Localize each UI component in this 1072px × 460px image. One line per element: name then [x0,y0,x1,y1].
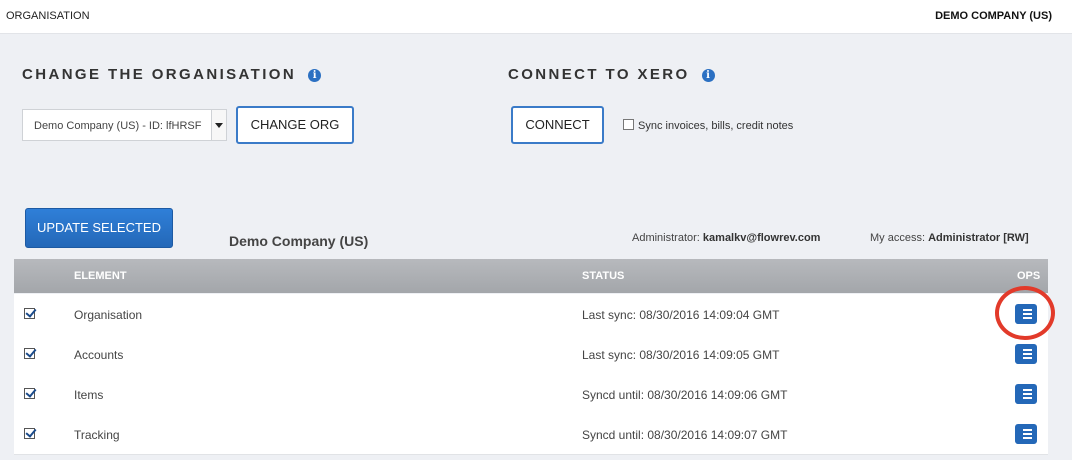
table-row: Items Syncd until: 08/30/2016 14:09:06 G… [14,374,1048,415]
row-element: Accounts [74,348,124,362]
connect-button[interactable]: CONNECT [511,106,604,144]
table-row: Tracking Syncd until: 08/30/2016 14:09:0… [14,414,1048,455]
row-checkbox[interactable] [24,428,35,439]
update-selected-button[interactable]: UPDATE SELECTED [25,208,173,248]
row-status: Syncd until: 08/30/2016 14:09:07 GMT [582,428,788,442]
column-header-status: STATUS [582,270,625,282]
row-checkbox[interactable] [24,308,35,319]
row-status: Syncd until: 08/30/2016 14:09:06 GMT [582,388,788,402]
change-org-heading: CHANGE THE ORGANISATION i [22,66,322,83]
access-level: Administrator [RW] [928,232,1029,244]
table-row: Accounts Last sync: 08/30/2016 14:09:05 … [14,334,1048,375]
list-icon[interactable] [1015,424,1037,444]
chevron-down-icon[interactable] [211,110,226,140]
column-header-element: ELEMENT [74,270,127,282]
sync-checkbox[interactable] [623,119,634,130]
row-checkbox[interactable] [24,348,35,359]
administrator-info: Administrator: kamalkv@flowrev.com [632,232,821,244]
row-element: Organisation [74,308,143,322]
top-bar: ORGANISATION DEMO COMPANY (US) [0,0,1072,34]
row-status: Last sync: 08/30/2016 14:09:05 GMT [582,348,780,362]
row-element: Tracking [74,428,120,442]
list-icon[interactable] [1015,384,1037,404]
access-info: My access: Administrator [RW] [870,232,1029,244]
administrator-email: kamalkv@flowrev.com [702,232,821,244]
list-icon[interactable] [1015,304,1037,324]
change-org-button[interactable]: CHANGE ORG [236,106,354,144]
company-name: Demo Company (US) [229,233,369,249]
row-checkbox[interactable] [24,388,35,399]
table-header: ELEMENT STATUS OPS [14,259,1048,293]
sync-option[interactable]: Sync invoices, bills, credit notes [623,119,793,132]
table-row: Organisation Last sync: 08/30/2016 14:09… [14,294,1048,335]
topbar-company-name[interactable]: DEMO COMPANY (US) [935,10,1052,22]
row-status: Last sync: 08/30/2016 14:09:04 GMT [582,308,780,322]
info-icon[interactable]: i [308,69,322,82]
list-icon[interactable] [1015,344,1037,364]
row-element: Items [74,388,104,402]
connect-xero-heading: CONNECT TO XERO i [508,66,715,83]
organisation-select[interactable]: Demo Company (US) - ID: lfHRSF [22,109,227,141]
organisation-select-value: Demo Company (US) - ID: lfHRSF [34,120,202,132]
sync-checkbox-label: Sync invoices, bills, credit notes [638,120,794,132]
column-header-ops: OPS [1017,270,1041,282]
topbar-section-label: ORGANISATION [6,10,90,22]
info-icon[interactable]: i [701,69,715,82]
